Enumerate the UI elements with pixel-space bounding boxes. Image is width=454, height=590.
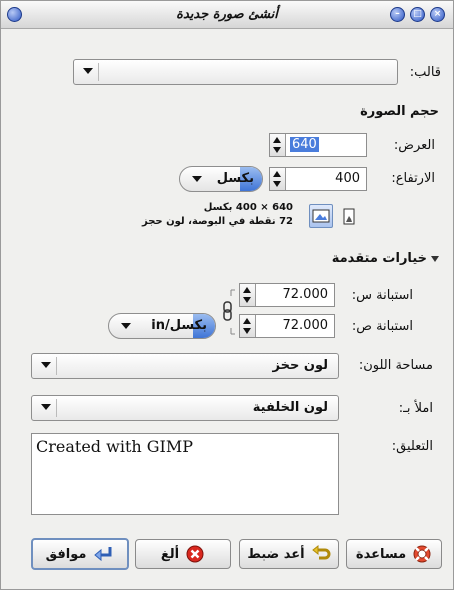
spin-down-icon: [273, 147, 281, 153]
y-resolution-spinbutton[interactable]: 72.000: [239, 314, 335, 338]
lifebuoy-icon: [413, 545, 431, 563]
spin-arrows[interactable]: [270, 134, 286, 156]
spin-down-icon: [243, 297, 251, 303]
cancel-button[interactable]: ألغ: [135, 539, 231, 569]
landscape-orientation-button[interactable]: [309, 204, 333, 228]
advanced-options-expander[interactable]: خيارات متقدمة: [332, 251, 439, 266]
fill-with-label: املأ بـ:: [398, 401, 433, 416]
chevron-down-icon: [41, 404, 51, 410]
reset-arrow-icon: [311, 544, 331, 560]
window-title: أنشئ صورة جديدة: [176, 7, 278, 22]
comment-label: التعليق:: [391, 439, 433, 454]
title-bar: أنشئ صورة جديدة – □ ×: [1, 1, 453, 29]
spin-down-icon: [273, 181, 281, 187]
fill-with-combo[interactable]: لون الخلفية: [31, 395, 339, 421]
close-icon[interactable]: ×: [430, 7, 445, 22]
comment-textarea[interactable]: Created with GIMP: [31, 433, 339, 515]
chevron-down-icon: [41, 362, 51, 368]
spin-down-icon: [243, 328, 251, 334]
chevron-down-icon: [121, 323, 131, 329]
width-value: 640: [290, 137, 319, 152]
spin-arrows[interactable]: [240, 284, 256, 306]
resolution-unit-combo[interactable]: بكسل/in: [108, 313, 216, 339]
y-resolution-label: استبانة ص:: [351, 319, 413, 334]
color-space-label: مساحة اللون:: [358, 358, 433, 373]
spin-arrows[interactable]: [240, 315, 256, 337]
size-unit-combo[interactable]: بكسل: [179, 166, 263, 192]
x-resolution-label: استبانة س:: [351, 288, 413, 303]
minimize-icon[interactable]: –: [390, 7, 405, 22]
chevron-down-icon: [83, 68, 93, 74]
y-resolution-value: 72.000: [282, 318, 329, 333]
height-value: 400: [335, 171, 360, 186]
chain-icon: [223, 289, 235, 335]
maximize-icon[interactable]: □: [410, 7, 425, 22]
spin-up-icon: [243, 287, 251, 293]
help-button[interactable]: مساعدة: [346, 539, 442, 569]
ok-button[interactable]: موافق: [31, 538, 129, 570]
x-resolution-value: 72.000: [282, 287, 329, 302]
color-space-combo[interactable]: لون حخز: [31, 353, 339, 379]
spin-arrows[interactable]: [270, 168, 286, 190]
size-info-line1: 640 × 400 بكسل: [203, 202, 293, 213]
chain-link-button[interactable]: [221, 288, 235, 336]
reset-button[interactable]: أعد ضبط: [239, 539, 339, 569]
width-label: العرض:: [393, 138, 435, 153]
spin-up-icon: [243, 318, 251, 324]
portrait-orientation-button[interactable]: [339, 206, 359, 228]
height-spinbutton[interactable]: 400: [269, 167, 367, 191]
size-info-line2: 72 نقطة في البوصة، لون حجز: [141, 216, 293, 227]
image-size-heading: حجم الصورة: [360, 104, 439, 119]
template-label: قالب:: [409, 65, 441, 80]
template-combo[interactable]: [73, 59, 398, 85]
width-spinbutton[interactable]: 640: [269, 133, 367, 157]
chevron-down-icon: [192, 176, 202, 182]
expander-arrow-icon: [431, 255, 439, 262]
spin-up-icon: [273, 171, 281, 177]
height-label: الارتفاع:: [391, 171, 435, 186]
portrait-icon: [343, 208, 355, 225]
landscape-icon: [312, 209, 330, 223]
enter-arrow-icon: [94, 547, 112, 562]
new-image-dialog: أنشئ صورة جديدة – □ × قالب: حجم الصورة ا…: [0, 0, 454, 590]
cancel-icon: [186, 545, 204, 563]
spin-up-icon: [273, 137, 281, 143]
x-resolution-spinbutton[interactable]: 72.000: [239, 283, 335, 307]
